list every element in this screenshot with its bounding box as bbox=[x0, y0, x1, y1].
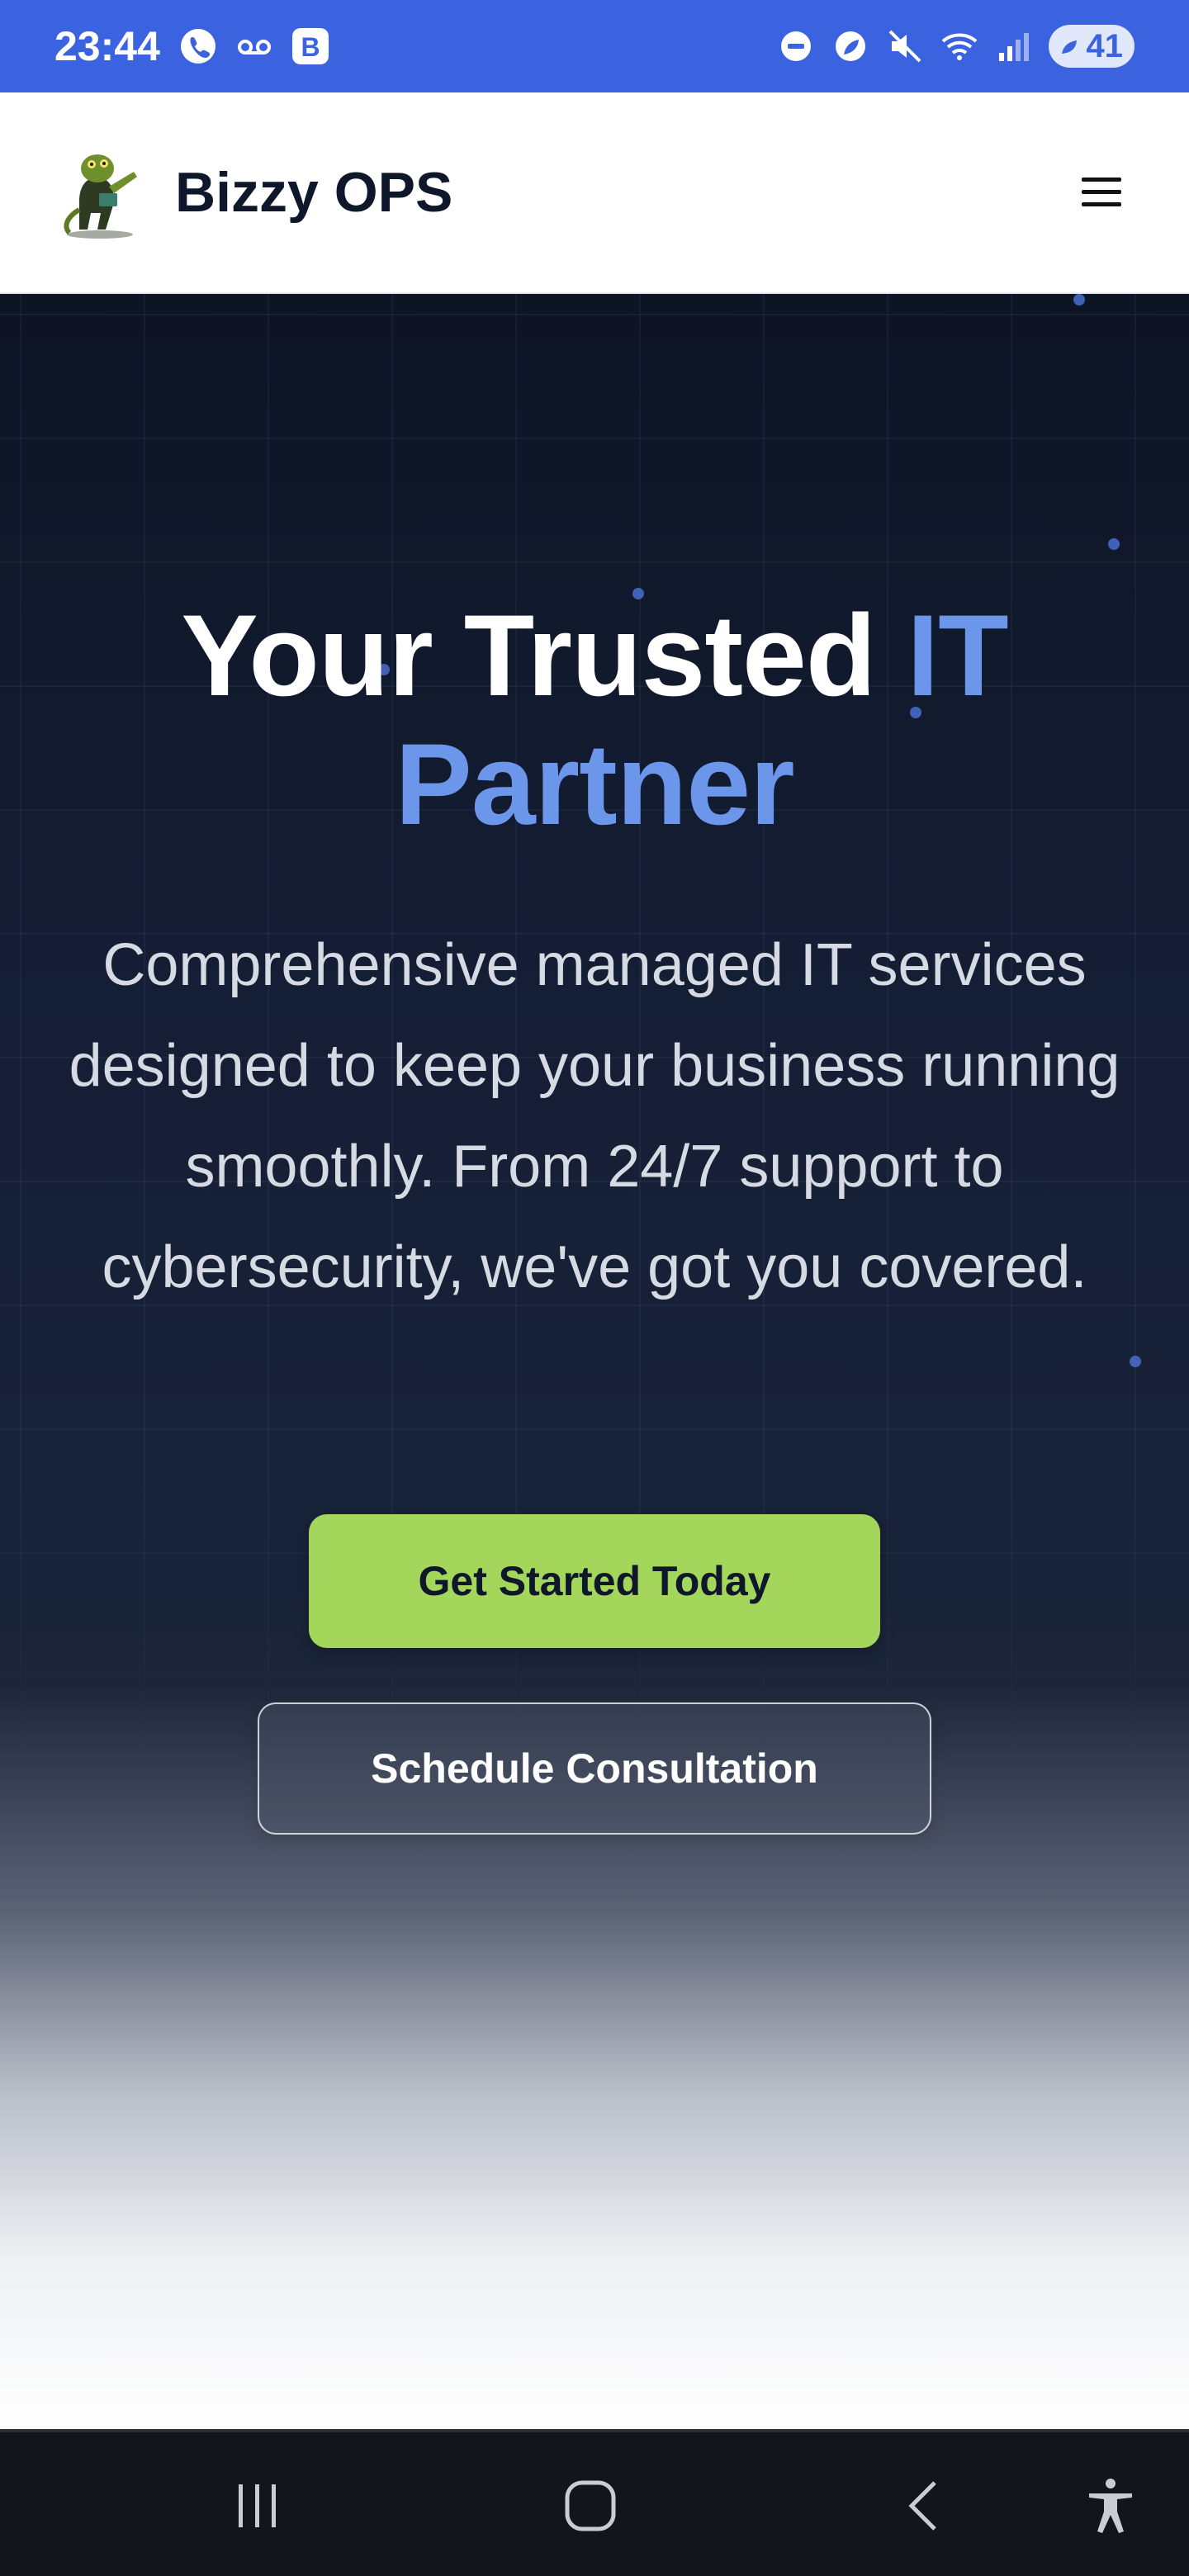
phone-call-icon bbox=[180, 29, 216, 64]
site-header: Bizzy OPS bbox=[0, 92, 1189, 294]
back-icon bbox=[908, 2481, 936, 2531]
signal-icon bbox=[998, 33, 1029, 61]
gecko-logo-icon[interactable] bbox=[54, 144, 145, 241]
status-right-icons: 41 bbox=[776, 25, 1135, 68]
decorative-dot bbox=[1108, 538, 1120, 550]
hero-title-accent-it: IT bbox=[907, 590, 1008, 720]
voicemail-icon bbox=[237, 40, 271, 54]
hero-subtitle: Comprehensive managed IT services design… bbox=[69, 932, 1120, 1300]
home-button[interactable] bbox=[553, 2469, 628, 2543]
hero-title-accent-partner: Partner bbox=[395, 719, 794, 849]
mute-icon bbox=[888, 30, 921, 63]
hero-title: Your Trusted IT Partner bbox=[0, 591, 1189, 849]
battery-level: 41 bbox=[1086, 27, 1124, 64]
back-button[interactable] bbox=[887, 2469, 961, 2543]
menu-button[interactable] bbox=[1068, 159, 1135, 225]
battery-indicator: 41 bbox=[1048, 25, 1135, 68]
battery-saver-icon bbox=[1061, 40, 1077, 54]
hamburger-menu-icon bbox=[1082, 178, 1121, 206]
accessibility-button[interactable] bbox=[1073, 2469, 1148, 2543]
decorative-dot bbox=[1130, 1356, 1141, 1367]
system-nav-bar bbox=[0, 2429, 1189, 2576]
schedule-consultation-button[interactable]: Schedule Consultation bbox=[258, 1702, 931, 1835]
recent-apps-button[interactable] bbox=[220, 2469, 294, 2543]
leaf-icon bbox=[835, 31, 865, 61]
brand-name[interactable]: Bizzy OPS bbox=[175, 160, 452, 225]
hero-title-text: Your Trusted bbox=[181, 590, 907, 720]
do-not-disturb-icon bbox=[780, 31, 811, 61]
recent-apps-icon bbox=[239, 2484, 276, 2527]
status-time: 23:44 bbox=[54, 23, 160, 69]
get-started-button[interactable]: Get Started Today bbox=[309, 1514, 880, 1648]
decorative-dot bbox=[1073, 294, 1085, 305]
home-icon bbox=[565, 2480, 616, 2531]
svg-text:B: B bbox=[301, 32, 320, 62]
status-left-icons: B bbox=[178, 26, 330, 66]
accessibility-icon bbox=[1089, 2479, 1132, 2533]
b-app-icon: B bbox=[291, 28, 329, 64]
hero-section: Your Trusted IT Partner Comprehensive ma… bbox=[0, 294, 1189, 2429]
status-bar: 23:44 B 41 bbox=[0, 0, 1189, 92]
wifi-icon bbox=[941, 33, 977, 60]
